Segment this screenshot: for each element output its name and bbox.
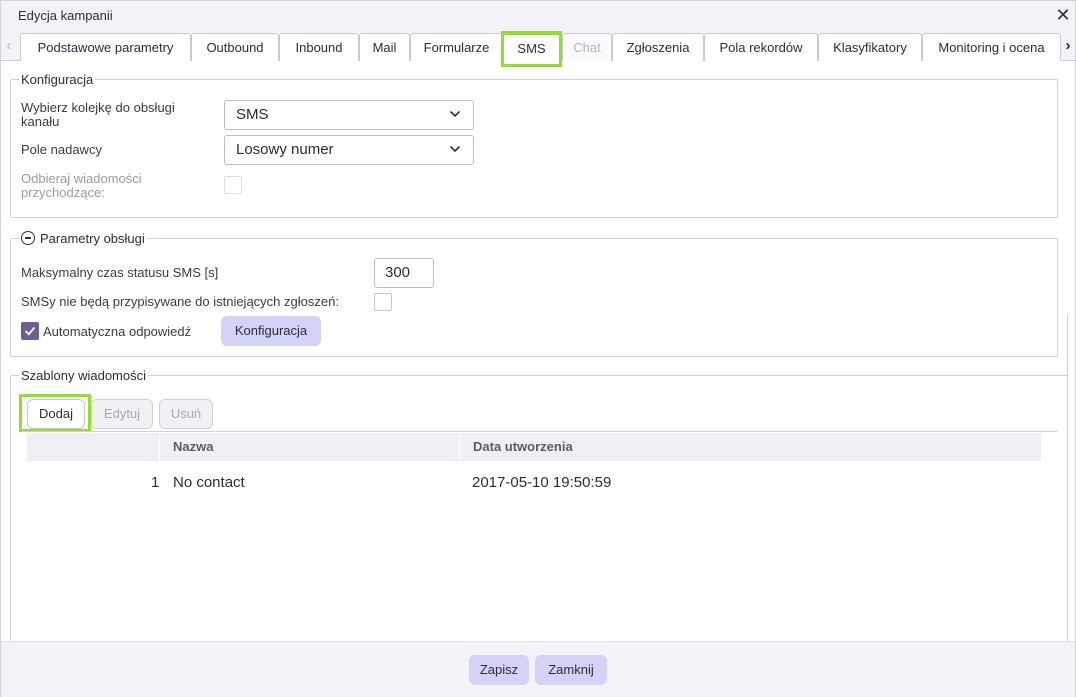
auto-reply-checkbox[interactable] bbox=[21, 322, 39, 340]
row-name: No contact bbox=[173, 474, 245, 491]
auto-reply-config-button[interactable]: Konfiguracja bbox=[221, 316, 321, 346]
tab-pola-rekordow[interactable]: Pola rekordów bbox=[704, 33, 818, 61]
sms-tab-highlight bbox=[501, 31, 562, 67]
edit-template-button: Edytuj bbox=[91, 399, 153, 429]
row-created: 2017-05-10 19:50:59 bbox=[472, 474, 612, 491]
table-row[interactable]: 1 No contact 2017-05-10 19:50:59 bbox=[27, 469, 1041, 497]
queue-select[interactable]: SMS bbox=[224, 100, 474, 130]
max-time-input[interactable]: 300 bbox=[374, 258, 434, 288]
row-index: 1 bbox=[151, 474, 160, 491]
tab-klasyfikatory[interactable]: Klasyfikatory bbox=[818, 33, 922, 61]
templates-table-header: Nazwa Data utworzenia bbox=[27, 433, 1041, 461]
sender-select-value: Losowy numer bbox=[236, 141, 334, 158]
checkmark-icon bbox=[24, 326, 36, 336]
close-icon[interactable]: ✕ bbox=[1055, 6, 1071, 24]
tab-formularze[interactable]: Formularze bbox=[410, 33, 503, 61]
receive-checkbox[interactable] bbox=[224, 176, 242, 194]
max-time-label: Maksymalny czas statusu SMS [s] bbox=[21, 265, 219, 280]
chevron-left-icon[interactable]: ‹ bbox=[3, 37, 15, 55]
szablony-legend: Szablony wiadomości bbox=[19, 368, 149, 384]
close-button[interactable]: Zamknij bbox=[535, 655, 607, 685]
column-header-nazwa[interactable]: Nazwa bbox=[173, 433, 213, 461]
column-separator bbox=[459, 433, 460, 461]
tab-content-sms: Konfiguracja Wybierz kolejkę do obsługi … bbox=[1, 61, 1075, 645]
column-separator bbox=[159, 433, 160, 461]
tab-chat: Chat bbox=[562, 33, 612, 61]
tab-zgloszenia[interactable]: Zgłoszenia bbox=[612, 33, 704, 61]
konfiguracja-legend: Konfiguracja bbox=[19, 72, 96, 88]
chevron-right-icon[interactable]: › bbox=[1062, 37, 1074, 55]
dialog-title: Edycja kampanii bbox=[18, 8, 113, 23]
parametry-legend[interactable]: Parametry obsługi bbox=[19, 231, 147, 247]
parametry-legend-label: Parametry obsługi bbox=[40, 231, 145, 246]
queue-label: Wybierz kolejkę do obsługi kanału bbox=[21, 100, 175, 129]
campaign-edit-dialog: Edycja kampanii ✕ ‹ Podstawowe parametry… bbox=[0, 0, 1076, 697]
save-button[interactable]: Zapisz bbox=[469, 655, 529, 685]
receive-label: Odbieraj wiadomości przychodzące: bbox=[21, 171, 142, 200]
auto-reply-label: Automatyczna odpowiedź bbox=[43, 324, 192, 339]
dialog-titlebar: Edycja kampanii ✕ bbox=[1, 1, 1075, 31]
column-header-data-utworzenia[interactable]: Data utworzenia bbox=[473, 433, 573, 461]
tab-podstawowe-parametry[interactable]: Podstawowe parametry bbox=[20, 33, 191, 61]
parametry-group: Parametry obsługi Maksymalny czas status… bbox=[10, 231, 1058, 357]
sender-label: Pole nadawcy bbox=[21, 142, 102, 157]
add-template-button[interactable]: Dodaj bbox=[27, 399, 85, 429]
content-right-border bbox=[1067, 315, 1068, 641]
konfiguracja-group: Konfiguracja Wybierz kolejkę do obsługi … bbox=[10, 72, 1058, 218]
tab-mail[interactable]: Mail bbox=[359, 33, 410, 61]
delete-template-button: Usuń bbox=[159, 399, 213, 429]
no-assign-checkbox[interactable] bbox=[374, 293, 392, 311]
minus-circle-icon[interactable] bbox=[21, 231, 35, 245]
chevron-down-icon bbox=[449, 110, 461, 118]
tab-monitoring-i-ocena[interactable]: Monitoring i ocena bbox=[922, 33, 1061, 61]
tab-inbound[interactable]: Inbound bbox=[279, 33, 359, 61]
no-assign-label: SMSy nie będą przypisywane do istniejący… bbox=[21, 294, 339, 309]
grid-top-border bbox=[21, 431, 1057, 432]
dialog-footer: Zapisz Zamknij bbox=[1, 641, 1075, 697]
queue-select-value: SMS bbox=[236, 106, 269, 123]
sender-select[interactable]: Losowy numer bbox=[224, 135, 474, 165]
tab-outbound[interactable]: Outbound bbox=[191, 33, 279, 61]
chevron-down-icon bbox=[449, 145, 461, 153]
